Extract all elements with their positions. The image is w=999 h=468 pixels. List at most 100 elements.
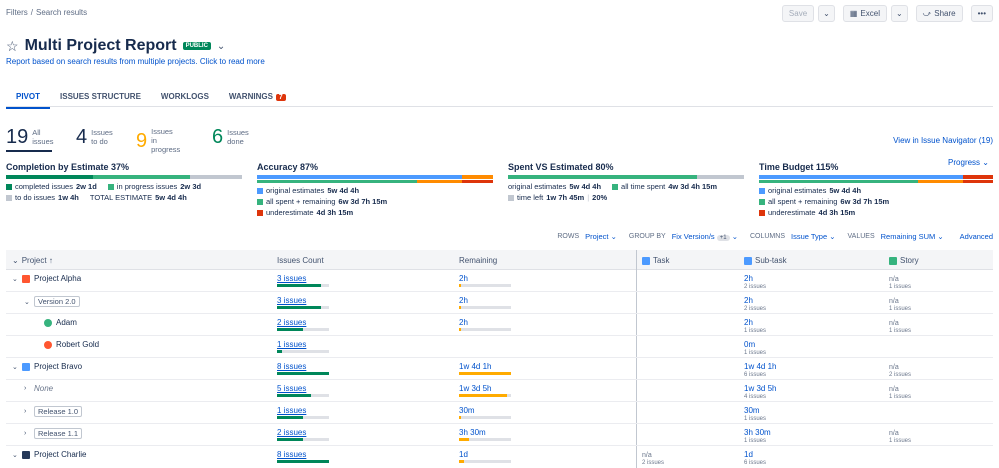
remaining-link[interactable]: 2h — [459, 318, 468, 327]
remaining-bar — [459, 372, 511, 375]
chevron-right-icon[interactable]: › — [24, 385, 30, 392]
counter-label: to do — [91, 137, 108, 146]
more-button[interactable]: ••• — [970, 5, 993, 22]
share-button[interactable]: ⤻ Share — [915, 5, 963, 22]
counter-all-issues[interactable]: 19 All issues — [6, 127, 64, 147]
legend-swatch — [257, 198, 263, 205]
legend-value: 5w 4d 4h — [155, 193, 187, 202]
chevron-down-icon[interactable]: ⌄ — [12, 363, 18, 371]
legend-value: 5w 4d 4h — [569, 182, 602, 191]
issues-count-link[interactable]: 1 issues — [277, 340, 306, 349]
group-by-dropdown[interactable]: Fix Version/s +1 ⌄ — [672, 232, 738, 241]
legend-value: 6w 3d 7h 15m — [338, 197, 388, 206]
subtask-value[interactable]: 1w 4d 1h — [744, 362, 776, 371]
project-column-header[interactable]: ⌄ Project ↑ — [12, 256, 53, 265]
subtask-value[interactable]: 1w 3d 5h — [744, 384, 776, 393]
issues-count-link[interactable]: 2 issues — [277, 318, 306, 327]
table-row[interactable]: ⌄ Project Alpha 3 issues 2h 2h 2 issues n/… — [6, 270, 993, 292]
remaining-column-header[interactable]: Remaining — [459, 256, 497, 265]
table-row[interactable]: › None 5 issues 1w 3d 5h 1w 3d 5h 4 issues… — [6, 380, 993, 402]
table-row[interactable]: ⌄ Project Bravo 8 issues 1w 4d 1h 1w 4d 1… — [6, 358, 993, 380]
count-bar — [277, 328, 329, 331]
rows-dropdown[interactable]: Project ⌄ — [585, 232, 617, 241]
issues-count-link[interactable]: 1 issues — [277, 406, 306, 415]
issues-count-column-header[interactable]: Issues Count — [277, 256, 324, 265]
row-label: Version 2.0 — [34, 296, 80, 307]
subtask-value[interactable]: 30m — [744, 406, 760, 415]
story-column-header[interactable]: Story — [889, 256, 919, 265]
chevron-down-icon: ⌄ — [895, 9, 903, 18]
legend-label: underestimate — [768, 208, 816, 217]
legend-swatch — [759, 187, 765, 194]
report-description-link[interactable]: Report based on search results from mult… — [6, 57, 265, 66]
subtask-value[interactable]: 2h — [744, 296, 753, 305]
issues-count-link[interactable]: 5 issues — [277, 384, 306, 393]
excel-button[interactable]: ▦ Excel — [842, 5, 887, 22]
subtask-count: 6 issues — [744, 460, 767, 466]
counter-to-do[interactable]: 4 Issues to do — [76, 127, 123, 147]
page-title: Multi Project Report — [24, 37, 177, 54]
table-row[interactable]: › Release 1.1 2 issues 3h 30m 3h 30m 1 iss… — [6, 424, 993, 446]
chevron-down-icon[interactable]: ⌄ — [12, 275, 18, 283]
subtask-value[interactable]: 0m — [744, 340, 755, 349]
subtask-value[interactable]: 3h 30m — [744, 428, 771, 437]
subtask-count: 2 issues — [744, 306, 767, 312]
values-dropdown[interactable]: Remaining SUM ⌄ — [881, 232, 944, 241]
remaining-bar — [459, 416, 511, 419]
remaining-link[interactable]: 1w 3d 5h — [459, 384, 491, 393]
subtask-value[interactable]: 2h — [744, 274, 753, 283]
chevron-down-icon[interactable]: ⌄ — [217, 41, 225, 52]
remaining-bar — [459, 284, 511, 287]
legend-swatch — [257, 187, 263, 194]
remaining-link[interactable]: 2h — [459, 274, 468, 283]
count-bar — [277, 372, 329, 375]
remaining-link[interactable]: 2h — [459, 296, 468, 305]
save-button[interactable]: Save — [781, 5, 815, 22]
issues-count-link[interactable]: 8 issues — [277, 450, 306, 459]
table-row[interactable]: ⌄ Project Charlie 8 issues 1d n/a 2 issues… — [6, 446, 993, 468]
legend-value: 5w 4d 4h — [327, 186, 360, 195]
issues-count-link[interactable]: 3 issues — [277, 296, 306, 305]
story-count: 1 issues — [889, 284, 912, 290]
remaining-link[interactable]: 1w 4d 1h — [459, 362, 491, 371]
story-value: n/a — [889, 430, 899, 437]
subtask-column-header[interactable]: Sub-task — [744, 256, 787, 265]
star-icon[interactable]: ☆ — [6, 38, 19, 55]
chevron-down-icon[interactable]: ⌄ — [12, 451, 18, 459]
share-label: Share — [934, 9, 956, 18]
breadcrumb-filters[interactable]: Filters — [6, 8, 28, 17]
table-row[interactable]: › Release 1.0 1 issues 30m 30m 1 issues — [6, 402, 993, 424]
breadcrumb-search-results[interactable]: Search results — [36, 8, 87, 17]
table-row[interactable]: Adam 2 issues 2h 2h 1 issues n/a 1 issues — [6, 314, 993, 336]
issues-count-link[interactable]: 3 issues — [277, 274, 306, 283]
save-dropdown-button[interactable]: ⌄ — [818, 5, 835, 22]
table-row[interactable]: ⌄ Version 2.0 3 issues 2h 2h 2 issues n/a 1… — [6, 292, 993, 314]
excel-dropdown-button[interactable]: ⌄ — [890, 5, 908, 22]
table-row[interactable]: Robert Gold 1 issues 0m 1 issues — [6, 336, 993, 358]
counter-done[interactable]: 6 Issues done — [212, 127, 259, 147]
issues-count-link[interactable]: 8 issues — [277, 362, 306, 371]
subtask-value[interactable]: 2h — [744, 318, 753, 327]
subtask-value[interactable]: 1d — [744, 450, 753, 459]
accuracy-bar — [257, 175, 493, 179]
budget-bar — [759, 175, 993, 179]
remaining-link[interactable]: 3h 30m — [459, 428, 486, 437]
remaining-link[interactable]: 1d — [459, 450, 468, 459]
chevron-right-icon[interactable]: › — [24, 408, 30, 415]
project-icon — [22, 450, 30, 459]
subtask-count: 1 issues — [744, 350, 767, 356]
remaining-link[interactable]: 30m — [459, 406, 475, 415]
issues-count-link[interactable]: 2 issues — [277, 428, 306, 437]
counter-in-progress[interactable]: 9 Issues in progress — [136, 127, 183, 154]
advanced-link[interactable]: Advanced — [960, 232, 993, 241]
legend-label: all spent + remaining — [768, 197, 838, 206]
chevron-down-icon: ⌄ — [12, 256, 19, 265]
task-column-header[interactable]: Task — [642, 256, 669, 265]
metric-title: Time Budget — [759, 162, 814, 172]
count-bar — [277, 306, 329, 309]
chevron-right-icon[interactable]: › — [24, 430, 30, 437]
view-in-issue-navigator-link[interactable]: View in Issue Navigator (19) — [893, 136, 993, 145]
columns-dropdown[interactable]: Issue Type ⌄ — [791, 232, 836, 241]
chevron-down-icon[interactable]: ⌄ — [24, 298, 30, 306]
progress-dropdown[interactable]: Progress ⌄ — [948, 158, 989, 167]
